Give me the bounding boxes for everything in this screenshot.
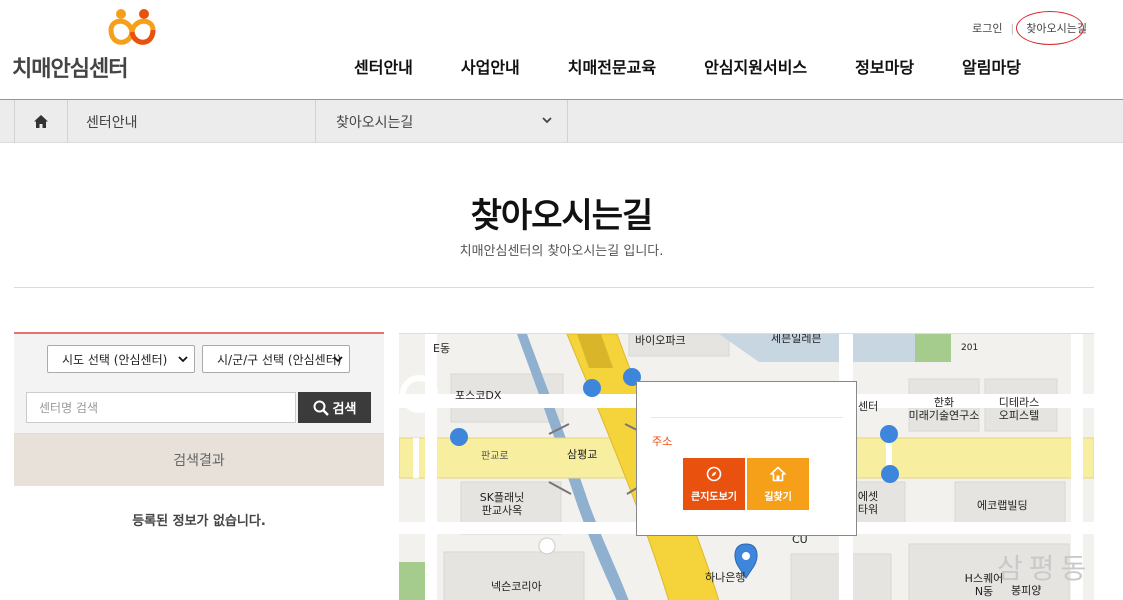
result-header: 검색결과 <box>14 434 384 486</box>
center-search-input[interactable] <box>26 392 296 423</box>
map-label-201: 201 <box>961 343 979 353</box>
map-label-sk-1: SK플래닛 <box>479 491 525 504</box>
map-label-hanwha-1: 한화 <box>933 396 955 409</box>
site-header: 치매안심센터 로그인 | 찾아오시는길 센터안내 사업안내 치매전문교육 안심지… <box>0 0 1123 99</box>
chevron-down-icon <box>542 117 552 124</box>
popup-divider <box>651 417 843 418</box>
map-label-ditera-1: 디테라스 <box>998 396 1040 409</box>
home-icon <box>770 466 786 481</box>
util-separator: | <box>1010 21 1015 35</box>
map-label-hanwha: 한화 미래기술연구소 <box>902 396 986 422</box>
map-info-popup: 주소 큰지도보기 길찾기 <box>636 381 857 536</box>
nav-item-notice[interactable]: 알림마당 <box>938 54 1045 78</box>
chevron-down-icon <box>333 356 343 363</box>
login-link[interactable]: 로그인 <box>972 20 1002 36</box>
nav-item-info[interactable]: 정보마당 <box>831 54 938 78</box>
map-label-asset-2: 타워 <box>857 503 879 516</box>
sido-select-value: 시도 선택 (안심센터) <box>62 352 168 367</box>
home-icon <box>34 115 48 128</box>
search-controls: 시도 선택 (안심센터) 시/군/구 선택 (안심센터) 검색 <box>14 334 384 434</box>
sigungu-select[interactable]: 시/군/구 선택 (안심센터) <box>202 345 350 373</box>
map-label-se: 세븐일레븐 <box>771 333 822 345</box>
map-label-asset-1: 에셋 <box>857 490 879 503</box>
nav-item-business[interactable]: 사업안내 <box>437 54 544 78</box>
logo-text: 치매안심센터 <box>12 57 128 82</box>
highlight-circle <box>1016 11 1085 45</box>
search-button-label: 검색 <box>332 402 357 417</box>
map-label-hsquare-2: N동 <box>974 585 994 598</box>
utility-links: 로그인 | 찾아오시는길 <box>972 11 1091 45</box>
map-label-hanwha-2: 미래기술연구소 <box>908 409 980 422</box>
title-divider <box>14 287 1094 288</box>
result-empty-message: 등록된 정보가 없습니다. <box>132 514 266 529</box>
search-button[interactable]: 검색 <box>298 392 371 423</box>
map-label-ditera: 디테라스 오피스텔 <box>987 396 1051 422</box>
search-panel: 시도 선택 (안심센터) 시/군/구 선택 (안심센터) 검색 검색결과 등록된… <box>14 332 384 600</box>
map-label-hana: 하나은행 <box>705 571 746 584</box>
map-label-pangyo-ro: 판교로 <box>481 451 509 462</box>
big-map-button-label: 큰지도보기 <box>691 491 737 503</box>
map-label-sampyeong-bridge: 삼평교 <box>567 448 598 461</box>
map-label-bio-park: 바이오파크 <box>635 334 686 347</box>
chevron-down-icon <box>178 356 188 363</box>
route-button[interactable]: 길찾기 <box>747 458 809 510</box>
page-subtitle: 치매안심센터의 찾아오시는길 입니다. <box>459 244 664 259</box>
search-icon <box>313 400 329 416</box>
map-label-ecolab: 에코랩빌딩 <box>977 499 1028 512</box>
map-view[interactable]: 바이오파크 세븐일레븐 E동 201 포스코DX 센터 한화 미래기술연구소 디… <box>399 333 1094 600</box>
site-logo[interactable]: 치매안심센터 <box>12 8 172 88</box>
nav-item-center-info[interactable]: 센터안내 <box>330 54 437 78</box>
popup-address-label: 주소 <box>652 435 673 448</box>
logo-mark-icon <box>108 9 156 45</box>
map-label-sampyeong-dong: 삼평동 <box>997 552 1093 585</box>
map-label-sk-2: 판교사옥 <box>481 504 523 517</box>
big-map-button[interactable]: 큰지도보기 <box>683 458 745 510</box>
page-title: 찾아오시는길 <box>470 196 654 236</box>
nav-item-education[interactable]: 치매전문교육 <box>544 54 680 78</box>
map-label-sk: SK플래닛 판교사옥 <box>465 491 539 517</box>
map-label-center: 센터 <box>858 400 879 413</box>
sigungu-select-value: 시/군/구 선택 (안심센터) <box>217 352 342 367</box>
breadcrumb-level2-label: 찾아오시는길 <box>336 114 414 131</box>
breadcrumb: 센터안내 찾아오시는길 <box>0 99 1123 143</box>
map-label-bongpiyang: 봉피양 <box>1011 584 1042 597</box>
breadcrumb-home[interactable] <box>14 100 68 143</box>
compass-icon <box>706 466 722 481</box>
map-label-posco: 포스코DX <box>455 389 502 402</box>
breadcrumb-level1[interactable]: 센터안내 <box>68 100 316 143</box>
main-nav: 센터안내 사업안내 치매전문교육 안심지원서비스 정보마당 알림마당 <box>330 54 1045 78</box>
map-label-nexon: 넥슨코리아 <box>491 580 542 593</box>
map-label-e-dong: E동 <box>433 342 451 355</box>
map-label-ditera-2: 오피스텔 <box>998 409 1040 422</box>
nav-item-support-service[interactable]: 안심지원서비스 <box>680 54 831 78</box>
sido-select[interactable]: 시도 선택 (안심센터) <box>47 345 195 373</box>
directions-link[interactable]: 찾아오시는길 <box>1016 11 1091 45</box>
breadcrumb-level2[interactable]: 찾아오시는길 <box>316 100 568 143</box>
route-button-label: 길찾기 <box>764 491 792 503</box>
